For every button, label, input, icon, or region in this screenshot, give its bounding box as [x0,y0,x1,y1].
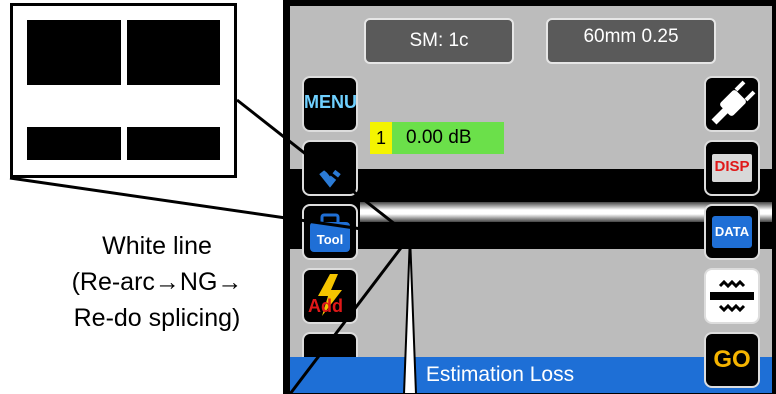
callout-pointer [9,98,418,394]
